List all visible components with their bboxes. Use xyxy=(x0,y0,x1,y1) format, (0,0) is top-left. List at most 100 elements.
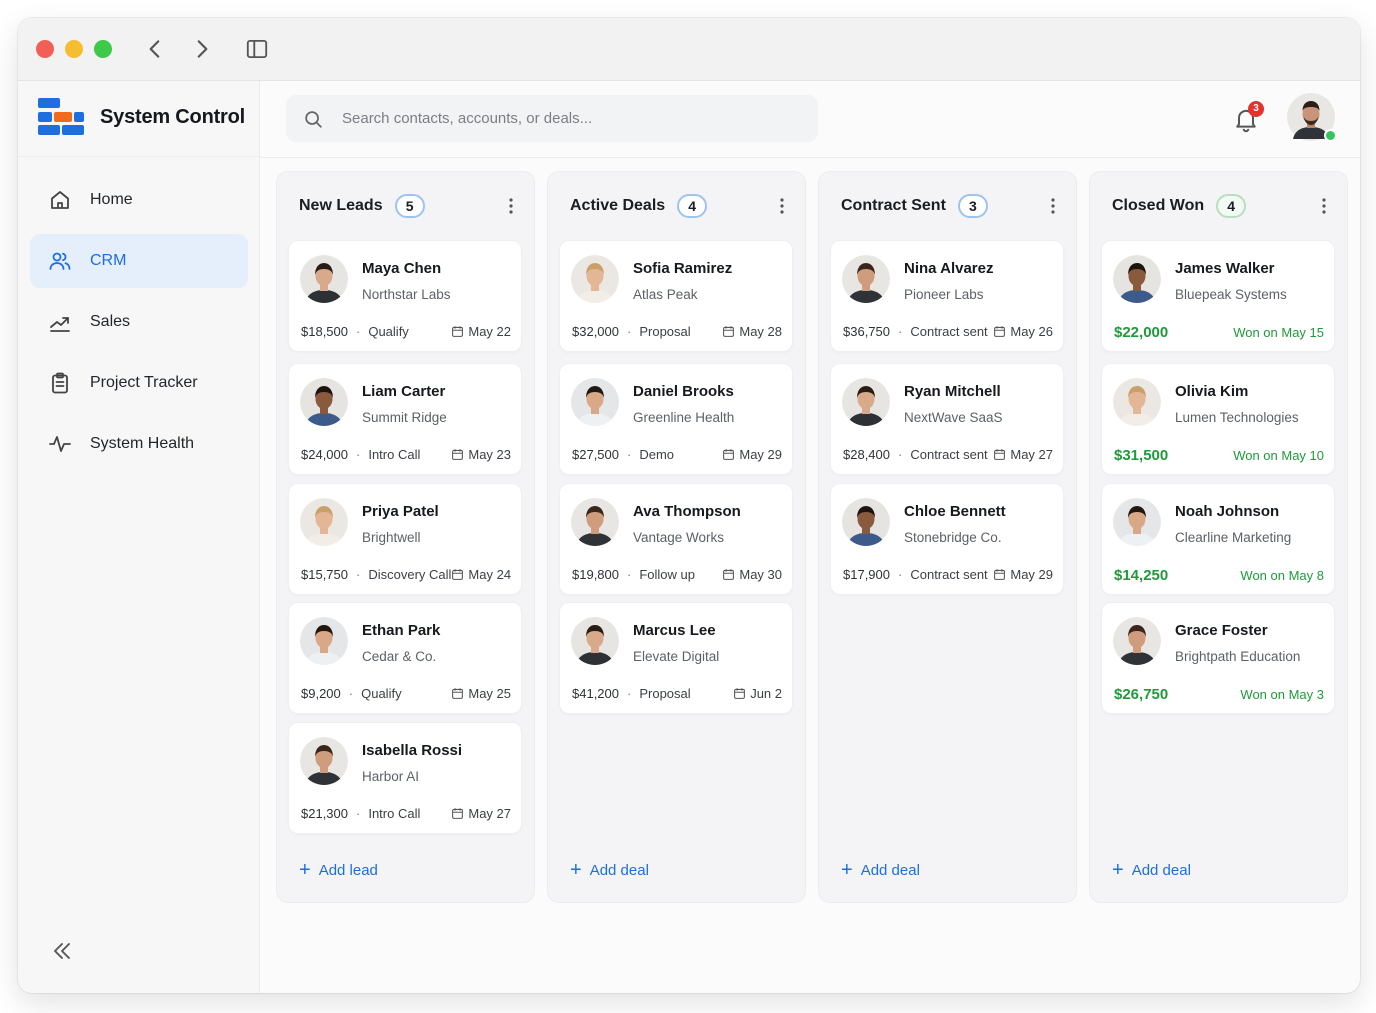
plus-icon: + xyxy=(570,859,582,881)
deal-card[interactable]: Priya Patel Brightwell $15,750 · Discovery C… xyxy=(288,483,522,595)
due-date-text: May 29 xyxy=(1010,567,1053,582)
sidebar: System Control Home CRM Sales Project Tr… xyxy=(18,81,260,993)
back-icon[interactable] xyxy=(142,36,168,62)
contact-avatar xyxy=(300,617,348,665)
deal-meta: $31,500 Won on May 10 xyxy=(1114,447,1324,464)
deal-amount: $17,900 xyxy=(843,567,890,582)
sidebar-item-project-tracker[interactable]: Project Tracker xyxy=(30,356,248,410)
deal-card[interactable]: Isabella Rossi Harbor AI $21,300 · Intro Cal… xyxy=(288,722,522,834)
due-date-text: May 29 xyxy=(739,447,782,462)
close-window-button[interactable] xyxy=(36,40,54,58)
deal-card[interactable]: Nina Alvarez Pioneer Labs $36,750 · Contract… xyxy=(830,240,1064,352)
column-header: Active Deals 4 xyxy=(570,192,791,220)
deal-card[interactable]: Grace Foster Brightpath Education $26,750 W… xyxy=(1101,602,1335,714)
due-date: May 29 xyxy=(993,567,1053,582)
contact-name: Nina Alvarez xyxy=(904,260,994,277)
deal-card[interactable]: Olivia Kim Lumen Technologies $31,500 Won o… xyxy=(1101,363,1335,475)
due-date: May 26 xyxy=(993,324,1053,339)
company-name: Brightpath Education xyxy=(1175,649,1301,664)
deal-card[interactable]: Ava Thompson Vantage Works $19,800 · Follow … xyxy=(559,483,793,595)
add-card-label: Add deal xyxy=(860,861,920,879)
add-card-button[interactable]: + Add lead xyxy=(299,860,378,880)
calendar-icon xyxy=(722,325,739,338)
search-bar[interactable] xyxy=(286,95,818,142)
deal-meta: $9,200 · Qualify May 25 xyxy=(301,686,511,701)
due-date: May 24 xyxy=(451,567,511,582)
forward-icon[interactable] xyxy=(189,36,215,62)
brand[interactable]: System Control xyxy=(38,97,245,137)
company-name: Brightwell xyxy=(362,530,421,545)
contact-name: Sofia Ramirez xyxy=(633,260,733,277)
calendar-icon xyxy=(451,448,468,461)
deal-stage: Qualify xyxy=(361,686,402,701)
contact-avatar xyxy=(842,255,890,303)
deal-card[interactable]: Ethan Park Cedar & Co. $9,200 · Qualify May 2… xyxy=(288,602,522,714)
contact-avatar xyxy=(571,498,619,546)
contact-name: James Walker xyxy=(1175,260,1275,277)
due-date-text: Jun 2 xyxy=(750,686,782,701)
column-count-badge: 4 xyxy=(1216,194,1247,218)
company-name: Northstar Labs xyxy=(362,287,451,302)
add-card-button[interactable]: + Add deal xyxy=(570,860,649,880)
pipeline-column: New Leads 5 Maya Chen Northstar Labs $18,500… xyxy=(276,171,535,903)
deal-amount: $14,250 xyxy=(1114,567,1169,584)
deal-meta: $17,900 · Contract sent May 29 xyxy=(843,567,1053,582)
title-bar xyxy=(18,18,1360,81)
contact-name: Liam Carter xyxy=(362,383,446,400)
deal-card[interactable]: Sofia Ramirez Atlas Peak $32,000 · Proposal M… xyxy=(559,240,793,352)
add-card-button[interactable]: + Add deal xyxy=(841,860,920,880)
add-card-button[interactable]: + Add deal xyxy=(1112,860,1191,880)
more-vertical-icon[interactable] xyxy=(773,194,791,218)
due-date: May 22 xyxy=(451,324,511,339)
due-date: May 28 xyxy=(722,324,782,339)
more-vertical-icon[interactable] xyxy=(1315,194,1333,218)
deal-amount: $24,000 xyxy=(301,447,348,462)
deal-amount: $27,500 xyxy=(572,447,619,462)
separator-dot: · xyxy=(356,447,361,462)
contact-avatar xyxy=(571,378,619,426)
plus-icon: + xyxy=(299,859,311,881)
due-date-text: May 24 xyxy=(468,567,512,582)
sidebar-item-system-health[interactable]: System Health xyxy=(30,417,248,471)
deal-card[interactable]: Ryan Mitchell NextWave SaaS $28,400 · Contra… xyxy=(830,363,1064,475)
deal-stage: Proposal xyxy=(639,324,691,339)
separator-dot: · xyxy=(898,447,903,462)
contact-avatar xyxy=(300,255,348,303)
deal-card[interactable]: James Walker Bluepeak Systems $22,000 Won o… xyxy=(1101,240,1335,352)
deal-meta: $19,800 · Follow up May 30 xyxy=(572,567,782,582)
sidebar-item-crm[interactable]: CRM xyxy=(30,234,248,288)
minimize-window-button[interactable] xyxy=(65,40,83,58)
won-date: Won on May 10 xyxy=(1233,448,1324,463)
sidebar-item-home[interactable]: Home xyxy=(30,173,248,227)
column-count-badge: 3 xyxy=(957,194,988,218)
maximize-window-button[interactable] xyxy=(94,40,112,58)
deal-card[interactable]: Marcus Lee Elevate Digital $41,200 · Proposa… xyxy=(559,602,793,714)
home-icon xyxy=(48,188,72,212)
deal-card[interactable]: Chloe Bennett Stonebridge Co. $17,900 · Cont… xyxy=(830,483,1064,595)
sidebar-item-sales[interactable]: Sales xyxy=(30,295,248,349)
sidebar-item-label: System Health xyxy=(90,435,195,452)
double-chevron-left-icon[interactable] xyxy=(50,939,74,963)
deal-meta: $21,300 · Intro Call May 27 xyxy=(301,806,511,821)
deal-card[interactable]: Daniel Brooks Greenline Health $27,500 · Dem… xyxy=(559,363,793,475)
deal-card[interactable]: Noah Johnson Clearline Marketing $14,250 Wo… xyxy=(1101,483,1335,595)
column-count-badge: 5 xyxy=(394,194,425,218)
search-input[interactable] xyxy=(342,110,782,127)
plus-icon: + xyxy=(1112,859,1124,881)
deal-card[interactable]: Liam Carter Summit Ridge $24,000 · Intro Cal… xyxy=(288,363,522,475)
deal-amount: $18,500 xyxy=(301,324,348,339)
separator-dot: · xyxy=(356,806,361,821)
brand-logo-icon xyxy=(38,98,86,136)
due-date: May 23 xyxy=(451,447,511,462)
contact-avatar xyxy=(1113,255,1161,303)
deal-card[interactable]: Maya Chen Northstar Labs $18,500 · Qualify Ma… xyxy=(288,240,522,352)
search-icon xyxy=(305,110,322,128)
deal-amount: $41,200 xyxy=(572,686,619,701)
more-vertical-icon[interactable] xyxy=(1044,194,1062,218)
sidebar-toggle-icon[interactable] xyxy=(244,36,270,62)
add-card-label: Add lead xyxy=(318,861,378,879)
deal-amount: $19,800 xyxy=(572,567,619,582)
deal-meta: $28,400 · Contract sent May 27 xyxy=(843,447,1053,462)
more-vertical-icon[interactable] xyxy=(502,194,520,218)
contact-name: Isabella Rossi xyxy=(362,742,463,759)
